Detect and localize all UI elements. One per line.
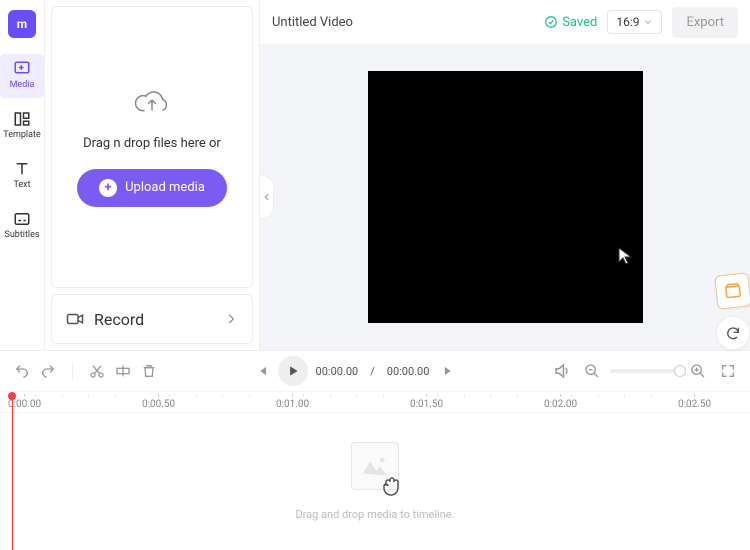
- redo-button[interactable]: [36, 359, 60, 383]
- nav-template[interactable]: Template: [0, 104, 44, 148]
- camera-icon: [66, 310, 84, 328]
- playhead[interactable]: [8, 392, 16, 550]
- grab-cursor-icon: [376, 475, 406, 499]
- preview-canvas: [260, 44, 750, 350]
- nav-template-label: Template: [3, 130, 40, 140]
- nav-subtitles[interactable]: Subtitles: [0, 204, 44, 248]
- upload-media-button[interactable]: + Upload media: [77, 169, 227, 207]
- aspect-value: 16:9: [616, 15, 639, 29]
- check-circle-icon: [544, 15, 558, 29]
- video-preview[interactable]: [368, 71, 643, 323]
- plus-icon: +: [99, 179, 117, 197]
- nav-text-label: Text: [13, 180, 30, 190]
- volume-button[interactable]: [550, 359, 574, 383]
- chevron-down-icon: [643, 17, 653, 27]
- subtitles-icon: [13, 210, 31, 228]
- skip-end-button[interactable]: [437, 359, 461, 383]
- ruler-tick: 0:02.50: [678, 394, 711, 410]
- logo-glyph: m: [17, 17, 27, 31]
- fit-timeline-button[interactable]: [716, 359, 740, 383]
- drop-text: Drag n drop files here or: [83, 136, 221, 151]
- export-button[interactable]: Export: [672, 7, 738, 38]
- zoom-in-button[interactable]: [686, 359, 710, 383]
- ruler-tick: 0:02.00: [544, 394, 577, 410]
- nav-media[interactable]: Media: [0, 54, 44, 98]
- ruler-tick: 0:00.50: [142, 394, 175, 410]
- project-title[interactable]: Untitled Video: [272, 15, 534, 30]
- zoom-slider[interactable]: [610, 369, 680, 373]
- panel-collapse-handle[interactable]: [260, 175, 274, 219]
- cut-button[interactable]: [85, 359, 109, 383]
- aspect-ratio-select[interactable]: 16:9: [607, 10, 662, 34]
- text-icon: [13, 160, 31, 178]
- ruler-tick: 0:01.00: [276, 394, 309, 410]
- nav-text[interactable]: Text: [0, 154, 44, 198]
- template-icon: [13, 110, 31, 128]
- media-panel-icon: [13, 60, 31, 78]
- split-button[interactable]: [111, 359, 135, 383]
- chevron-right-icon: [224, 312, 238, 326]
- ruler-tick: 0:01.50: [410, 394, 443, 410]
- record-button[interactable]: Record: [51, 294, 253, 344]
- media-drop-zone[interactable]: Drag n drop files here or + Upload media: [51, 6, 253, 288]
- upload-label: Upload media: [125, 180, 205, 195]
- refresh-tool[interactable]: [716, 316, 750, 350]
- undo-button[interactable]: [10, 359, 34, 383]
- stickers-tool[interactable]: [714, 272, 750, 309]
- play-button[interactable]: [278, 356, 308, 386]
- time-separator: /: [370, 365, 375, 378]
- history-group: [10, 359, 60, 383]
- timeline-drop-thumbnail[interactable]: [351, 442, 399, 490]
- nav-subtitles-label: Subtitles: [4, 230, 39, 240]
- timeline-track[interactable]: Drag and drop media to timeline.: [0, 413, 750, 550]
- timeline-ruler[interactable]: 0:00.000:00.500:01.000:01.500:02.000:02.…: [0, 391, 750, 413]
- app-logo[interactable]: m: [8, 10, 36, 38]
- skip-start-button[interactable]: [250, 359, 274, 383]
- record-label: Record: [94, 310, 144, 329]
- cloud-upload-icon: [134, 88, 170, 118]
- total-time: 00:00.00: [387, 365, 430, 378]
- edit-group: [85, 359, 161, 383]
- delete-button[interactable]: [137, 359, 161, 383]
- current-time: 00:00.00: [316, 365, 359, 378]
- nav-media-label: Media: [10, 80, 35, 90]
- timeline-hint: Drag and drop media to timeline.: [295, 508, 454, 521]
- saved-status: Saved: [544, 15, 597, 30]
- zoom-out-button[interactable]: [580, 359, 604, 383]
